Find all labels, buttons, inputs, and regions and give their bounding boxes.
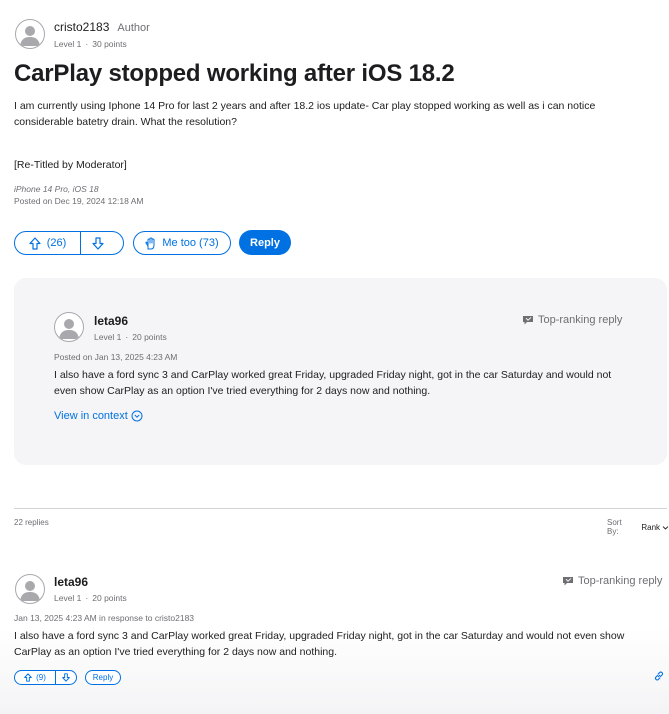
user-silhouette-icon xyxy=(59,319,79,339)
chevron-down-circle-icon xyxy=(131,410,143,422)
reply-item-reply-button[interactable]: Reply xyxy=(85,670,121,685)
separator-dot: · xyxy=(85,39,89,49)
reply-item-points: 20 points xyxy=(92,593,127,603)
upvote-button[interactable]: (26) xyxy=(15,232,80,254)
view-in-context-link[interactable]: View in context xyxy=(54,410,143,422)
reply-item-level: Level 1 xyxy=(54,593,82,603)
moderator-note: [Re-Titled by Moderator] xyxy=(14,159,127,171)
chevron-down-icon xyxy=(662,525,669,530)
reply-item-avatar[interactable] xyxy=(15,574,45,604)
thumb-up-arrow-icon xyxy=(24,673,32,682)
top-ranking-label: Top-ranking reply xyxy=(538,314,623,326)
separator-dot: · xyxy=(85,593,89,603)
divider xyxy=(14,508,667,509)
me-too-button[interactable]: Me too (73) xyxy=(133,231,231,255)
view-in-context-label: View in context xyxy=(54,410,128,422)
user-silhouette-icon xyxy=(20,26,40,46)
author-avatar[interactable] xyxy=(15,19,45,49)
me-too-label: Me too (73) xyxy=(162,237,219,249)
reply-button[interactable]: Reply xyxy=(239,230,291,255)
reply-item-upvote-button[interactable]: (9) xyxy=(15,671,55,684)
downvote-button[interactable] xyxy=(81,232,115,254)
sort-control[interactable]: Sort By: Rank xyxy=(607,518,669,536)
author-name[interactable]: cristo2183 xyxy=(54,20,109,34)
sort-label: Sort By: xyxy=(607,518,622,536)
sort-value: Rank xyxy=(641,522,661,532)
reply-item-body: I also have a ford sync 3 and CarPlay wo… xyxy=(14,630,625,658)
reply-author-name[interactable]: leta96 xyxy=(94,314,128,328)
link-icon xyxy=(654,671,664,681)
device-info: iPhone 14 Pro, iOS 18 xyxy=(14,184,99,194)
top-ranking-badge: Top-ranking reply xyxy=(522,314,622,326)
author-points: 30 points xyxy=(92,39,127,49)
reply-item-top-ranking-badge: Top-ranking reply xyxy=(562,575,662,587)
thumb-down-arrow-icon xyxy=(92,236,104,250)
link-icon[interactable] xyxy=(653,669,665,687)
reply-author-level: Level 1 xyxy=(94,332,122,342)
speech-bubble-icon xyxy=(563,576,573,585)
reply-item-author-name[interactable]: leta96 xyxy=(54,575,88,589)
author-level: Level 1 xyxy=(54,39,82,49)
thumb-down-arrow-icon xyxy=(62,673,70,682)
reply-item-date: Jan 13, 2025 4:23 AM in response to cris… xyxy=(14,613,195,623)
reply-author-points: 20 points xyxy=(132,332,167,342)
reply-item-top-ranking-label: Top-ranking reply xyxy=(578,575,663,587)
thumb-up-arrow-icon xyxy=(29,236,41,250)
post-date: Posted on Dec 19, 2024 12:18 AM xyxy=(14,196,144,206)
vote-pill: (26) xyxy=(14,231,124,255)
user-silhouette-icon xyxy=(20,581,40,601)
reply-post-date: Posted on Jan 13, 2025 4:23 AM xyxy=(54,352,178,362)
speech-bubble-icon xyxy=(523,315,533,324)
reply-body: I also have a ford sync 3 and CarPlay wo… xyxy=(54,369,612,397)
reply-item xyxy=(0,540,669,714)
reply-item-downvote-button[interactable] xyxy=(56,671,76,684)
separator-dot: · xyxy=(125,332,129,342)
upvote-count: (26) xyxy=(46,237,67,249)
replies-count: 22 replies xyxy=(14,518,49,527)
question-body: I am currently using Iphone 14 Pro for l… xyxy=(14,100,596,128)
author-badge: Author xyxy=(117,22,150,34)
reply-item-vote-pill: (9) xyxy=(14,670,77,685)
page-title: CarPlay stopped working after iOS 18.2 xyxy=(14,60,455,87)
reply-item-upvote-count: (9) xyxy=(36,673,46,682)
reply-author-avatar[interactable] xyxy=(54,312,84,342)
raised-hand-icon xyxy=(145,237,155,249)
